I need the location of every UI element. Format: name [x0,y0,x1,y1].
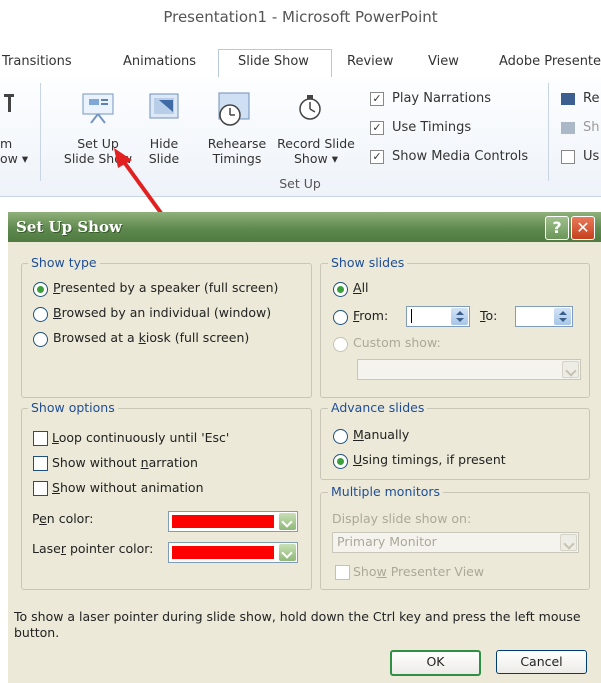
record-slide-show-button[interactable]: Record Slide Show ▾ [272,136,360,166]
without-narration-checkbox[interactable] [33,456,48,471]
using-timings-radio[interactable] [333,454,348,469]
browsed-by-individual-label: Browsed by an individual (window) [53,305,272,320]
resolution-label[interactable]: Re [583,91,599,106]
to-label: To: [480,308,498,323]
browsed-at-kiosk-label: Browsed at a kiosk (full screen) [53,330,250,345]
setup-show-dialog: Set Up Show ? ✕ Show type Presented by a… [8,212,601,683]
window-title: Presentation1 - Microsoft PowerPoint [163,8,438,26]
ribbon: Presentation1 - Microsoft PowerPoint Tra… [0,0,601,197]
from-slide-input[interactable] [406,306,470,327]
to-slide-input[interactable] [515,306,573,327]
monitor-value: Primary Monitor [337,534,437,549]
from-spinner[interactable] [451,308,468,325]
ok-button[interactable]: OK [390,650,481,676]
advance-slides-legend: Advance slides [328,400,428,415]
from-label: From: [353,308,389,323]
ribbon-separator [40,83,41,181]
hint-text-line2: button. [14,625,60,640]
hint-text-line1: To show a laser pointer during slide sho… [14,609,581,624]
custom-show-dropdown [357,359,581,380]
display-on-label: Display slide show on: [332,511,472,526]
laser-color-label: Laser pointer color: [32,541,154,556]
use-timings-checkbox[interactable]: ✓ [370,121,384,135]
to-spinner[interactable] [554,308,571,325]
text-cursor [411,309,412,323]
pen-color-dropdown[interactable] [168,511,298,532]
rehearse-timings-icon [216,91,252,127]
custom-show-label: Custom show: [353,335,441,350]
tab-view[interactable]: View [428,54,459,69]
pen-color-label: Pen color: [32,511,94,526]
all-slides-radio[interactable] [333,282,348,297]
show-slides-legend: Show slides [328,255,408,270]
custom-show-button[interactable]: m ow ▾ [0,136,36,166]
without-animation-label: Show without animation [52,480,204,495]
laser-color-swatch [172,546,274,559]
pen-color-swatch [172,515,274,528]
multiple-monitors-legend: Multiple monitors [328,484,444,499]
loop-continuously-label: Loop continuously until 'Esc' [52,430,230,445]
custom-show-icon [2,91,16,117]
presented-by-speaker-radio[interactable] [33,282,48,297]
ribbon-separator [548,83,549,181]
without-narration-label: Show without narration [52,455,198,470]
show-on-label[interactable]: Sh [583,120,600,135]
show-media-controls-checkbox[interactable]: ✓ [370,150,384,164]
chevron-down-icon [562,361,579,378]
setup-slide-show-button[interactable]: Set Up Slide Show [57,136,139,166]
record-slide-show-icon [296,93,324,123]
dialog-title-bar: Set Up Show ? ✕ [8,212,601,242]
show-type-legend: Show type [28,255,100,270]
rehearse-timings-button[interactable]: Rehearse Timings [204,136,270,166]
loop-continuously-checkbox[interactable] [33,431,48,446]
all-slides-label: All [353,280,369,295]
tab-adobe-presenter[interactable]: Adobe Presente [499,54,601,69]
setup-slide-show-icon [79,91,117,125]
play-narrations-checkbox[interactable]: ✓ [370,92,384,106]
use-presenter-view-label: Us [583,149,600,164]
chevron-down-icon[interactable] [279,513,296,530]
custom-show-radio [333,337,348,352]
from-slides-radio[interactable] [333,310,348,325]
chevron-down-icon [560,534,577,551]
play-narrations-label: Play Narrations [392,91,492,106]
tab-animations[interactable]: Animations [123,54,196,69]
browsed-by-individual-radio[interactable] [33,307,48,322]
show-on-icon [561,122,575,134]
group-label-setup: Set Up [279,176,321,191]
tab-transitions[interactable]: Transitions [2,54,72,69]
browsed-at-kiosk-radio[interactable] [33,332,48,347]
ribbon-body: m ow ▾ Set Up Slide Show Hide Slide Rehe… [0,77,601,197]
without-animation-checkbox[interactable] [33,481,48,496]
laser-color-dropdown[interactable] [168,542,298,563]
presenter-view-label: Show Presenter View [353,564,485,579]
close-button[interactable]: ✕ [571,216,595,240]
dialog-title: Set Up Show [16,218,122,236]
using-timings-label: Using timings, if present [353,452,506,467]
cancel-button[interactable]: Cancel [496,650,587,674]
tab-review[interactable]: Review [347,54,393,69]
use-presenter-view-checkbox[interactable] [561,150,575,164]
hide-slide-icon [147,91,181,123]
chevron-down-icon[interactable] [279,544,296,561]
use-timings-label: Use Timings [392,120,472,135]
presenter-view-checkbox [335,565,350,580]
show-media-controls-label: Show Media Controls [392,149,529,164]
ribbon-tab-bar: Transitions Animations Slide Show Review… [0,44,601,78]
advance-slides-group [320,408,590,480]
monitor-dropdown: Primary Monitor [332,532,579,553]
monitor-icon [561,93,575,105]
presented-by-speaker-label: Presented by a speaker (full screen) [53,280,279,295]
tab-slide-show[interactable]: Slide Show [238,54,309,69]
show-options-legend: Show options [28,400,118,415]
hide-slide-button[interactable]: Hide Slide [140,136,188,166]
manually-label: Manually [353,427,410,442]
help-button[interactable]: ? [545,216,569,240]
manually-radio[interactable] [333,429,348,444]
